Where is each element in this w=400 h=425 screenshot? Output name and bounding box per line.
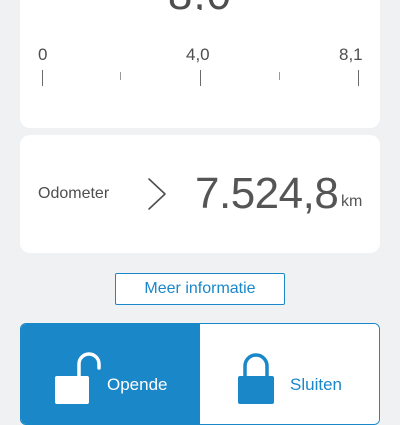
gauge-scale-max: 8,1 [339, 45, 363, 64]
lock-unlock-control: Opende Sluiten [20, 323, 380, 425]
locked-padlock-icon [236, 342, 276, 409]
gauge-tick-major [358, 70, 359, 86]
unlocked-padlock-icon [55, 342, 101, 409]
odometer-label: Odometer [38, 185, 110, 202]
unlock-label: Opende [107, 375, 168, 394]
gauge-scale-min: 0 [38, 45, 48, 64]
more-info-button[interactable]: Meer informatie [115, 273, 285, 305]
unlock-button[interactable]: Opende [21, 324, 200, 424]
gauge-tick-minor [120, 72, 121, 80]
lock-label: Sluiten [290, 375, 342, 394]
chevron-right-icon[interactable] [146, 177, 168, 211]
odometer-value: 7.524,8 [195, 169, 339, 218]
odometer-card[interactable]: Odometer 7.524,8 km [20, 135, 380, 253]
gauge-tick-major [200, 70, 201, 86]
lock-button[interactable]: Sluiten [200, 324, 379, 424]
gauge-tick-major [42, 70, 43, 86]
gauge-tick-minor [279, 72, 280, 80]
gauge-current-value: 8,0 [20, 0, 380, 10]
fuel-range-gauge-card: 8,0 0 4,0 8,1 [20, 0, 380, 128]
odometer-unit: km [341, 193, 363, 210]
gauge-scale-mid: 4,0 [186, 45, 210, 64]
